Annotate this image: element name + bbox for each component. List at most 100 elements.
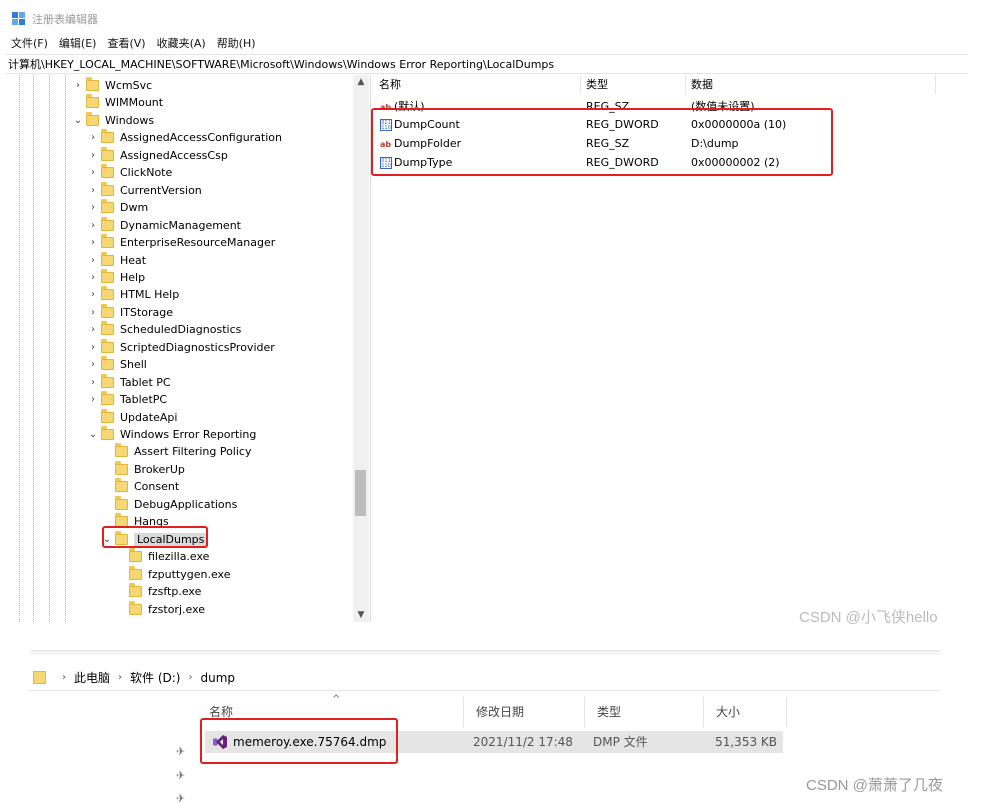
chevron-down-icon[interactable]: ⌄	[72, 115, 84, 126]
tree-item[interactable]: ›Consent	[101, 478, 179, 495]
tree-item[interactable]: ›fzputtygen.exe	[115, 565, 230, 583]
value-row[interactable]: ab DumpFolder REG_SZ D:\dump	[374, 135, 967, 153]
chevron-right-icon[interactable]: ›	[87, 289, 99, 300]
tree-item[interactable]: › HTML Help	[87, 286, 179, 303]
tree-item[interactable]: ⌄ Windows Error Reporting	[87, 426, 256, 443]
pin-icon[interactable]: ✈	[176, 792, 185, 803]
tree-item[interactable]: ⌄ LocalDumps	[101, 530, 208, 548]
explorer-address-bar[interactable]: › 此电脑 › 软件 (D:) › dump	[28, 665, 940, 691]
menu-file[interactable]: 文件(F)	[11, 35, 48, 51]
value-name: DumpFolder	[394, 137, 462, 150]
folder-icon	[129, 565, 142, 580]
value-row[interactable]: 011 110 DumpType REG_DWORD 0x00000002 (2)	[374, 154, 967, 172]
tree-item[interactable]: › DynamicManagement	[87, 216, 241, 234]
chevron-right-icon[interactable]: ›	[87, 324, 99, 335]
tree-scrollbar[interactable]: ▲ ▼	[353, 75, 369, 622]
column-type[interactable]: 类型	[585, 697, 704, 727]
chevron-right-icon[interactable]: ›	[87, 220, 99, 231]
tree-item-label: Hangs	[134, 515, 169, 529]
scroll-thumb[interactable]	[355, 470, 366, 516]
tree-item[interactable]: › AssignedAccessConfiguration	[87, 129, 282, 146]
breadcrumb-dump[interactable]: dump	[200, 671, 235, 685]
tree-item[interactable]: ›BrokerUp	[101, 460, 185, 478]
folder-icon	[101, 129, 114, 144]
chevron-right-icon[interactable]: ›	[72, 80, 84, 91]
tree-item[interactable]: ⌄ Windows	[72, 111, 154, 129]
tree-item[interactable]: › ITStorage	[87, 303, 174, 321]
value-row[interactable]: 011 110 DumpCount REG_DWORD 0x0000000a (10…	[374, 116, 967, 134]
folder-icon	[129, 548, 142, 563]
tree-item[interactable]: ›Hangs	[101, 513, 169, 530]
file-row[interactable]: memeroy.exe.75764.dmp 2021/11/2 17:48 DM…	[205, 731, 783, 753]
breadcrumb-drive-d[interactable]: 软件 (D:)	[130, 669, 180, 686]
file-modified: 2021/11/2 17:48	[473, 735, 573, 749]
tree-item[interactable]: › Heat	[87, 251, 146, 269]
tree-item[interactable]: ›DebugApplications	[101, 495, 238, 513]
chevron-right-icon[interactable]: ›	[87, 237, 99, 248]
tree-item[interactable]: ›UpdateApi	[87, 408, 177, 426]
chevron-down-icon[interactable]: ⌄	[87, 429, 99, 440]
value-row[interactable]: ab (默认) REG_SZ (数值未设置)	[374, 98, 967, 116]
chevron-right-icon[interactable]: ›	[87, 255, 99, 266]
folder-icon	[115, 460, 128, 475]
folder-icon	[101, 146, 114, 161]
tree-item[interactable]: ›fzsftp.exe	[115, 583, 201, 600]
menu-favorites[interactable]: 收藏夹(A)	[157, 35, 206, 51]
chevron-right-icon[interactable]: ›	[87, 167, 99, 178]
tree-item-label: DebugApplications	[134, 497, 238, 511]
value-name: DumpCount	[394, 118, 460, 131]
tree-item-label: WcmSvc	[105, 79, 153, 92]
tree-item[interactable]: › Tablet PC	[87, 373, 171, 391]
tree-item[interactable]: › Help	[87, 268, 145, 286]
tree-item[interactable]: › ScriptedDiagnosticsProvider	[87, 338, 275, 356]
menu-edit[interactable]: 编辑(E)	[59, 35, 97, 51]
chevron-right-icon[interactable]: ›	[87, 377, 99, 388]
tree-item-label: filezilla.exe	[148, 550, 210, 564]
tree-item[interactable]: › Dwm	[87, 199, 148, 216]
chevron-right-icon[interactable]: ›	[87, 394, 99, 405]
string-value-icon: ab	[380, 139, 392, 149]
tree-item[interactable]: › ClickNote	[87, 164, 172, 181]
menu-view[interactable]: 查看(V)	[107, 35, 145, 51]
column-data[interactable]: 数据	[686, 75, 936, 94]
chevron-right-icon[interactable]: ›	[87, 272, 99, 283]
pin-icon[interactable]: ✈	[176, 769, 185, 782]
tree-item-label: HTML Help	[120, 288, 180, 302]
value-list: 名称 类型 数据 ab (默认) REG_SZ (数值未设置) 011 110 Dum…	[374, 75, 967, 622]
pin-icon[interactable]: ✈	[176, 745, 185, 758]
value-data: D:\dump	[691, 137, 739, 150]
chevron-right-icon[interactable]: ›	[87, 185, 99, 196]
column-modified[interactable]: 修改日期	[464, 697, 585, 727]
chevron-down-icon[interactable]: ⌄	[101, 534, 113, 545]
tree-item[interactable]: ›filezilla.exe	[115, 548, 209, 565]
tree-guide-line	[65, 75, 66, 622]
tree-item[interactable]: › TabletPC	[87, 391, 167, 408]
tree-item[interactable]: › WcmSvc	[72, 77, 152, 94]
tree-item[interactable]: ›fzstorj.exe	[115, 600, 205, 618]
tree-item[interactable]: › CurrentVersion	[87, 181, 202, 199]
tree-item[interactable]: › AssignedAccessCsp	[87, 146, 228, 164]
tree-item[interactable]: › ScheduledDiagnostics	[87, 321, 241, 338]
column-name[interactable]: 名称	[197, 697, 464, 727]
address-bar[interactable]: 计算机\HKEY_LOCAL_MACHINE\SOFTWARE\Microsof…	[5, 54, 967, 74]
scroll-up-arrow-icon[interactable]: ▲	[353, 75, 369, 89]
scroll-down-arrow-icon[interactable]: ▼	[353, 608, 369, 622]
tree-item[interactable]: › EnterpriseResourceManager	[87, 234, 275, 251]
chevron-right-icon[interactable]: ›	[87, 202, 99, 213]
folder-icon	[115, 530, 128, 545]
tree-item[interactable]: › Shell	[87, 356, 147, 373]
chevron-right-icon[interactable]: ›	[87, 132, 99, 143]
chevron-right-icon[interactable]: ›	[87, 307, 99, 318]
tree-item[interactable]: ›WIMMount	[72, 94, 163, 111]
column-type[interactable]: 类型	[581, 75, 686, 94]
chevron-right-icon[interactable]: ›	[87, 359, 99, 370]
menu-help[interactable]: 帮助(H)	[217, 35, 256, 51]
breadcrumb-this-pc[interactable]: 此电脑	[74, 669, 110, 686]
tree-item-label: ITStorage	[120, 305, 174, 319]
column-name[interactable]: 名称	[374, 75, 581, 94]
chevron-right-icon[interactable]: ›	[87, 342, 99, 353]
folder-icon	[129, 600, 142, 615]
tree-item[interactable]: ›Assert Filtering Policy	[101, 443, 251, 460]
chevron-right-icon[interactable]: ›	[87, 150, 99, 161]
column-size[interactable]: 大小	[704, 697, 787, 727]
